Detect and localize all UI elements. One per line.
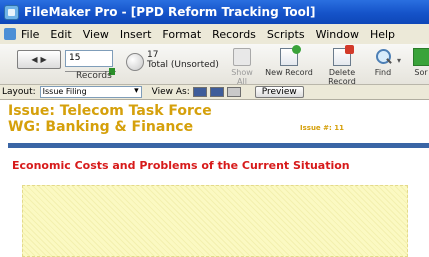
find-label: Find — [374, 68, 392, 77]
find-dropdown-icon[interactable]: ▾ — [397, 56, 401, 65]
status-toolbar: ◀ ▶ 15 Records 17 Total (Unsorted) Show … — [0, 44, 429, 86]
sort-button[interactable]: Sor — [413, 48, 429, 77]
next-record-icon[interactable]: ▶ — [41, 55, 47, 64]
delete-record-icon — [333, 45, 354, 66]
working-group-title: WG: Banking & Finance — [8, 119, 194, 135]
show-all-label: Show All — [231, 68, 253, 86]
filemaker-app-icon — [4, 4, 19, 20]
delete-record-button[interactable]: Delete Record — [314, 45, 370, 86]
preview-button[interactable]: Preview — [254, 86, 304, 98]
found-set-pie-icon — [126, 53, 144, 71]
menu-view[interactable]: View — [83, 28, 109, 41]
record-count-status: Total (Unsorted) — [147, 60, 219, 70]
document-icon[interactable] — [4, 28, 16, 40]
layout-dropdown[interactable]: Issue Filing — [39, 86, 142, 98]
new-record-icon — [280, 45, 301, 66]
menu-insert[interactable]: Insert — [120, 28, 152, 41]
show-all-button[interactable]: Show All — [226, 48, 258, 86]
view-as-list-button[interactable] — [209, 87, 224, 97]
section-heading: Economic Costs and Problems of the Curre… — [12, 159, 350, 172]
record-number-input[interactable]: 15 — [65, 50, 113, 67]
book-navigation[interactable]: ◀ ▶ — [17, 50, 61, 69]
menu-bar: File Edit View Insert Format Records Scr… — [0, 24, 429, 44]
view-as-table-button[interactable] — [226, 87, 241, 97]
previous-record-icon[interactable]: ◀ — [31, 55, 37, 64]
window-title: FileMaker Pro - [PPD Reform Tracking Too… — [24, 5, 316, 19]
header-divider — [8, 143, 429, 148]
issue-title: Issue: Telecom Task Force — [8, 103, 212, 119]
layout-label: Layout: — [2, 87, 36, 97]
delete-record-label: Delete Record — [328, 68, 356, 86]
menu-scripts[interactable]: Scripts — [267, 28, 305, 41]
record-content-area: Issue: Telecom Task Force WG: Banking & … — [0, 101, 429, 257]
menu-records[interactable]: Records — [212, 28, 256, 41]
title-bar: FileMaker Pro - [PPD Reform Tracking Too… — [0, 0, 429, 24]
economic-costs-field[interactable] — [22, 185, 408, 257]
new-record-label: New Record — [265, 68, 313, 77]
view-as-form-button[interactable] — [192, 87, 207, 97]
records-label: Records — [76, 71, 112, 81]
new-record-button[interactable]: New Record — [265, 45, 313, 77]
find-button[interactable]: Find — [373, 48, 393, 77]
menu-format[interactable]: Format — [162, 28, 201, 41]
layout-bar: Layout: Issue Filing View As: Preview — [0, 85, 429, 100]
view-as-label: View As: — [151, 87, 190, 97]
menu-edit[interactable]: Edit — [50, 28, 71, 41]
show-all-icon — [233, 48, 251, 66]
find-magnifier-icon — [374, 48, 392, 66]
menu-help[interactable]: Help — [370, 28, 395, 41]
sort-icon — [413, 48, 429, 66]
sort-label: Sor — [414, 68, 428, 77]
menu-window[interactable]: Window — [316, 28, 359, 41]
record-count-number: 17 — [147, 50, 159, 60]
menu-file[interactable]: File — [21, 28, 39, 41]
issue-number: Issue #: 11 — [300, 124, 344, 132]
record-count: 17 Total (Unsorted) — [147, 50, 219, 70]
